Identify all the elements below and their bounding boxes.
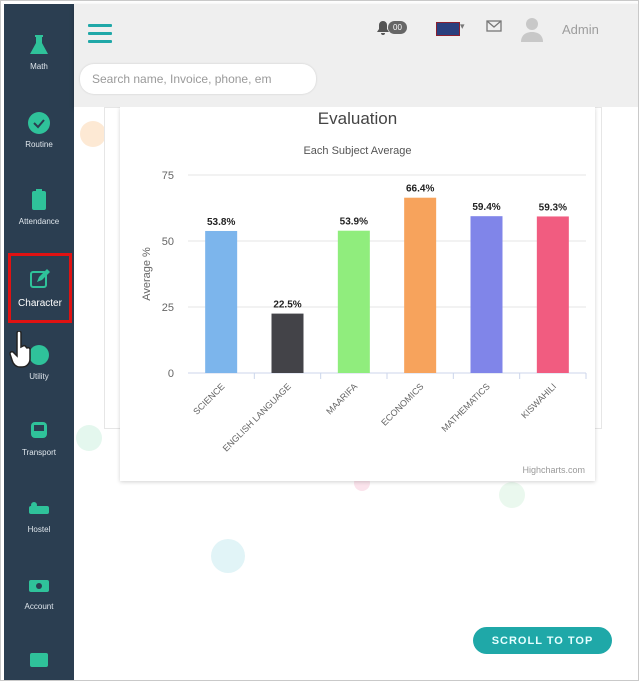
y-tick-label: 50 (162, 236, 174, 248)
app-window: Math Routine Attendance Character Utilit… (0, 0, 639, 681)
user-name[interactable]: Admin (562, 22, 599, 37)
money-icon (29, 580, 49, 592)
bar-maarifa (337, 230, 370, 373)
edit-icon (30, 269, 50, 288)
menu-toggle-button[interactable] (88, 24, 112, 44)
data-label: 59.3% (539, 202, 567, 213)
x-tick-label: ECONOMICS (379, 381, 425, 427)
sidebar-item-transport[interactable]: Transport (4, 418, 74, 457)
chart-credit[interactable]: Highcharts.com (522, 465, 585, 475)
search-input[interactable] (80, 64, 316, 94)
evaluation-chart-card: Evaluation Each Subject Average 0 25 50 75 A… (120, 107, 595, 481)
sidebar-item-hostel[interactable]: Hostel (4, 495, 74, 534)
data-label: 22.5% (273, 300, 301, 311)
main-content: Evaluation Each Subject Average 0 25 50 75 A… (74, 107, 638, 680)
flask-icon (30, 35, 48, 54)
y-tick-label: 75 (162, 170, 174, 182)
data-label: 59.4% (472, 202, 500, 213)
hand-pointer-icon (9, 331, 31, 368)
bus-icon (31, 422, 47, 438)
bar-mathematics (470, 216, 503, 373)
x-tick-label: MAARIFA (324, 381, 359, 416)
sidebar-item-math[interactable]: Math (4, 32, 74, 71)
x-tick-label: ENGLISH LANGUAGE (221, 381, 293, 453)
x-tick-label: MATHEMATICS (439, 381, 491, 433)
bed-icon (29, 502, 49, 514)
mail-icon[interactable] (486, 20, 502, 32)
y-tick-label: 0 (168, 368, 174, 380)
notification-badge: 00 (388, 21, 407, 34)
sidebar-item-character[interactable]: Character (8, 253, 72, 323)
bar-kiswahili (536, 216, 569, 373)
clipboard-icon (32, 189, 46, 210)
hamburger-icon (88, 24, 112, 27)
scroll-to-top-button[interactable]: SCROLL TO TOP (473, 627, 612, 654)
bar-science (205, 230, 238, 373)
data-label: 53.8% (207, 217, 235, 228)
y-axis-title: Average % (141, 247, 153, 301)
data-label: 66.4% (406, 184, 434, 195)
chevron-down-icon[interactable]: ▾ (460, 21, 465, 32)
sidebar-item-account[interactable]: Account (4, 572, 74, 611)
sidebar-item-routine[interactable]: Routine (4, 110, 74, 149)
sidebar-item-more[interactable] (4, 649, 74, 675)
language-flag-icon[interactable] (436, 22, 460, 36)
avatar[interactable] (520, 16, 544, 42)
data-label: 53.9% (340, 217, 368, 228)
bar-english-language (271, 313, 304, 373)
x-tick-label: KISWAHILI (519, 381, 558, 420)
top-header: 00 ▾ Admin (74, 4, 638, 107)
x-tick-label: SCIENCE (191, 381, 226, 416)
bar-economics (404, 197, 437, 373)
subject-average-bar-chart: 0 25 50 75 Average % 53.8% SCIENCE 22.5% ENGLISH… (141, 170, 587, 453)
check-circle-icon (28, 112, 50, 134)
y-tick-label: 25 (162, 302, 174, 314)
chat-icon (30, 653, 48, 667)
background-decoration (80, 121, 106, 147)
sidebar-item-attendance[interactable]: Attendance (4, 187, 74, 226)
